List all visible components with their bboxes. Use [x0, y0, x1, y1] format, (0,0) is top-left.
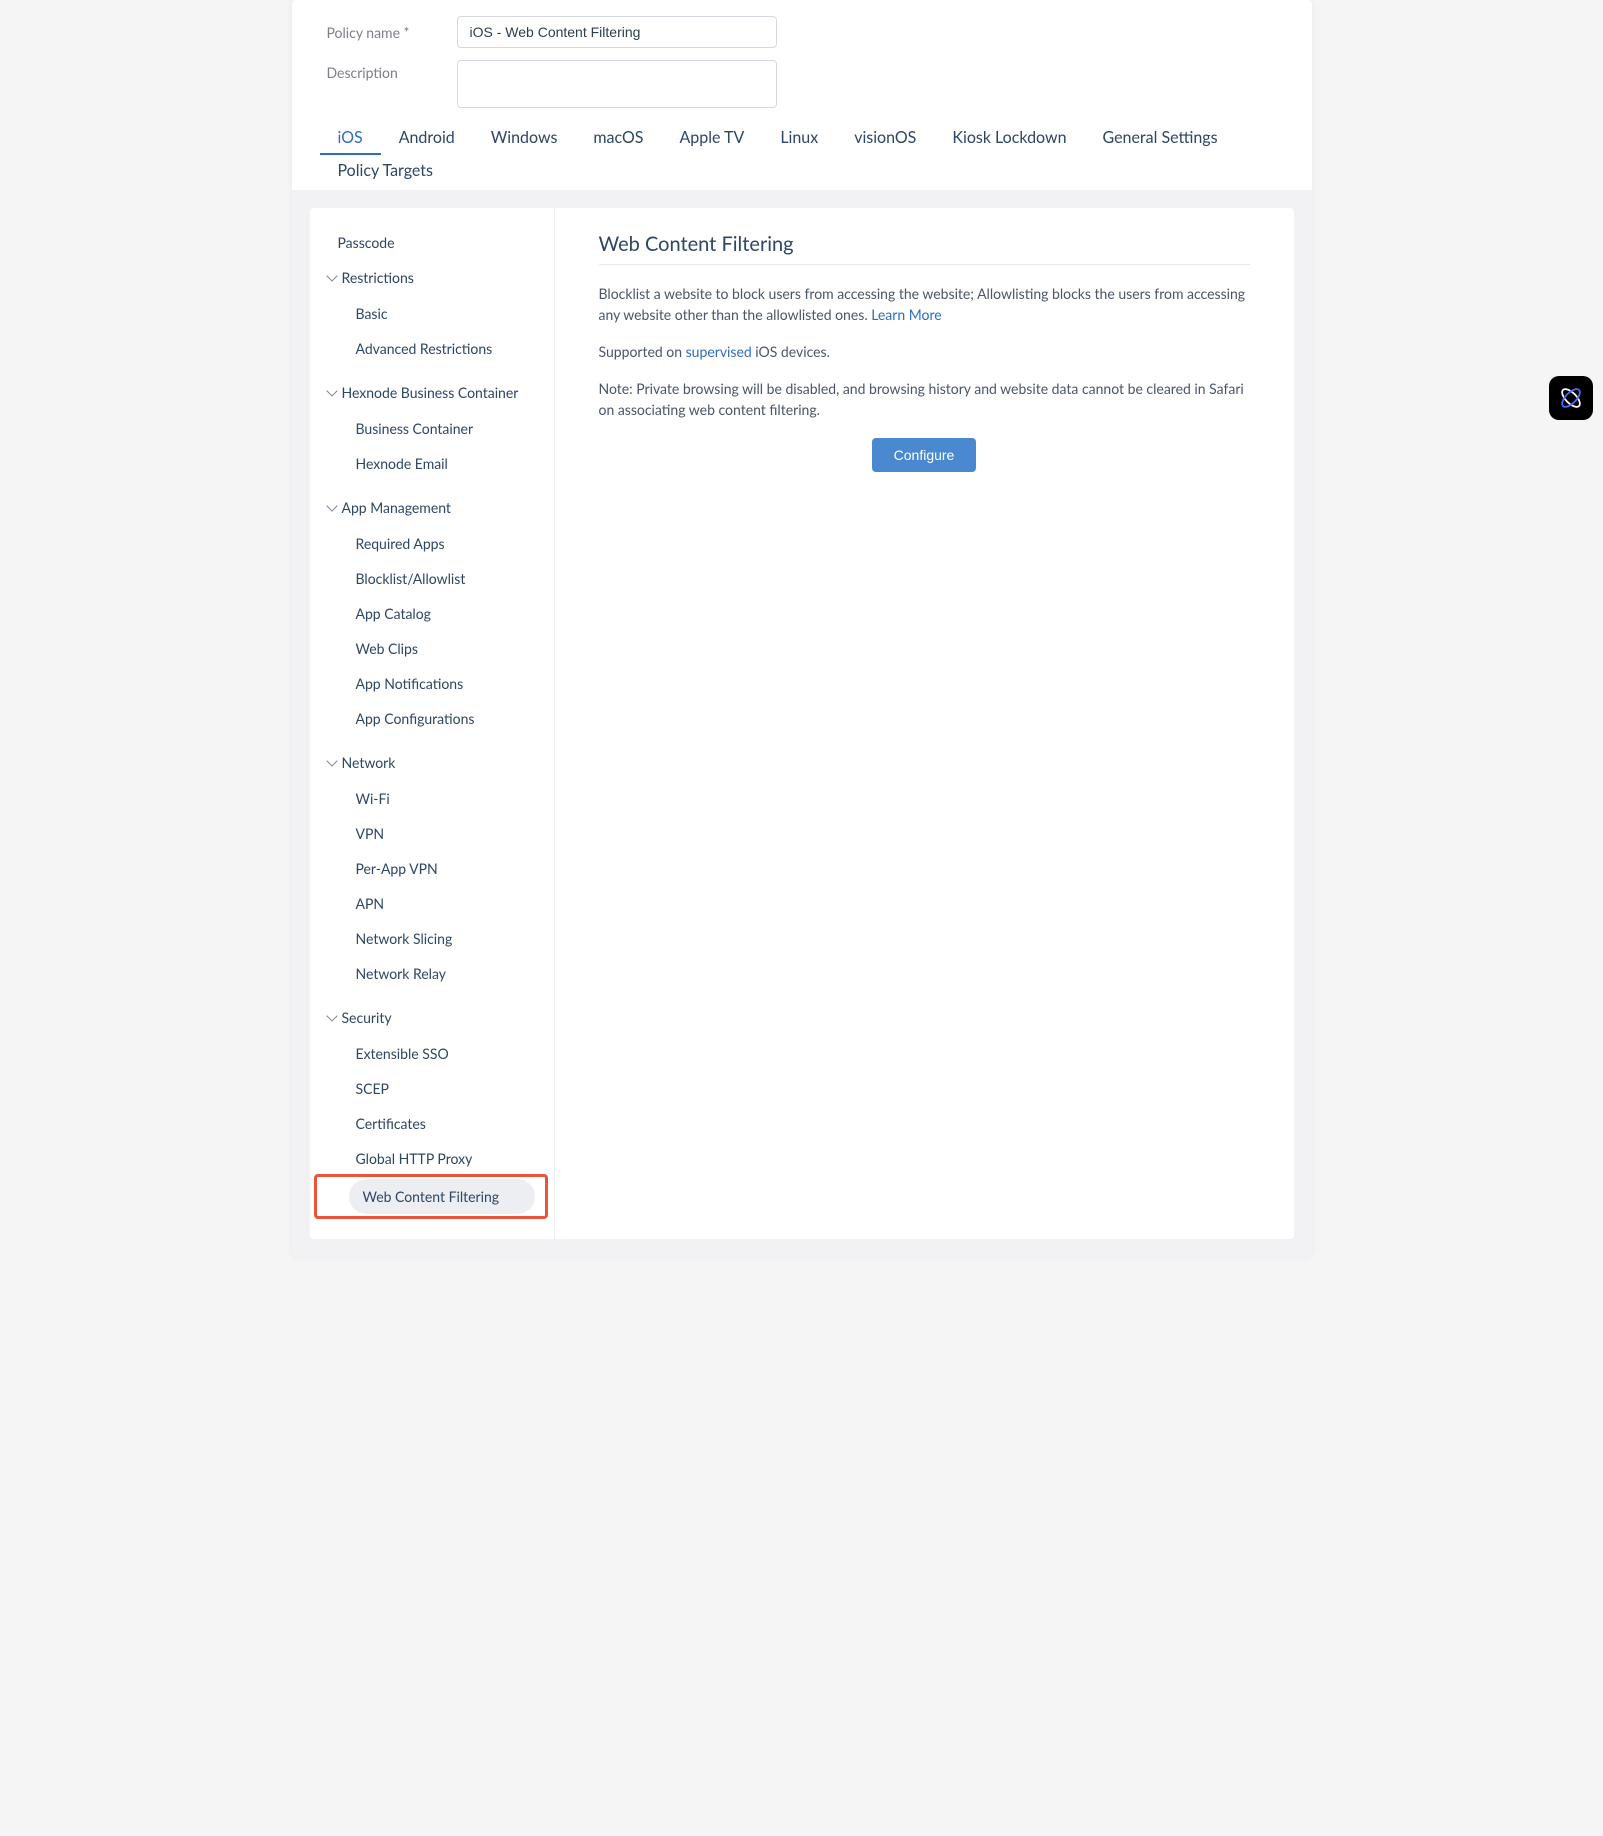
sidebar-item-network-relay[interactable]: Network Relay [310, 956, 554, 991]
chevron-down-icon [326, 1010, 337, 1021]
tab-visionos[interactable]: visionOS [836, 122, 934, 155]
sidebar-item-advanced-restrictions[interactable]: Advanced Restrictions [310, 331, 554, 366]
tab-linux[interactable]: Linux [762, 122, 836, 155]
policy-name-input[interactable] [457, 16, 777, 48]
highlight-box: Web Content Filtering [314, 1174, 548, 1219]
configure-button[interactable]: Configure [872, 438, 977, 472]
sidebar-group-network[interactable]: Network [310, 744, 554, 781]
description-label: Description [327, 60, 427, 81]
sidebar-group-security[interactable]: Security [310, 999, 554, 1036]
sidebar-item-hexnode-email[interactable]: Hexnode Email [310, 446, 554, 481]
policy-sidebar: Passcode Restrictions Basic Advanced Res… [310, 208, 555, 1239]
sidebar-item-web-content-filtering[interactable]: Web Content Filtering [349, 1179, 535, 1214]
atom-icon [1557, 384, 1585, 412]
sidebar-item-certificates[interactable]: Certificates [310, 1106, 554, 1141]
sidebar-group-app-management[interactable]: App Management [310, 489, 554, 526]
sidebar-group-restrictions[interactable]: Restrictions [310, 259, 554, 296]
description-paragraph-2: Supported on supervised iOS devices. [599, 341, 1250, 362]
sidebar-item-per-app-vpn[interactable]: Per-App VPN [310, 851, 554, 886]
tab-general[interactable]: General Settings [1085, 122, 1236, 155]
sidebar-group-label: Security [342, 1009, 392, 1026]
chevron-down-icon [326, 755, 337, 766]
sidebar-group-hexnode-container[interactable]: Hexnode Business Container [310, 374, 554, 411]
learn-more-link[interactable]: Learn More [871, 306, 941, 323]
tab-policy-targets[interactable]: Policy Targets [320, 155, 451, 186]
sidebar-item-app-notifications[interactable]: App Notifications [310, 666, 554, 701]
page-title: Web Content Filtering [599, 232, 1250, 265]
tab-appletv[interactable]: Apple TV [661, 122, 762, 155]
sidebar-item-scep[interactable]: SCEP [310, 1071, 554, 1106]
sidebar-item-blocklist-allowlist[interactable]: Blocklist/Allowlist [310, 561, 554, 596]
sidebar-item-app-catalog[interactable]: App Catalog [310, 596, 554, 631]
tab-windows[interactable]: Windows [473, 122, 576, 155]
sidebar-item-global-http-proxy[interactable]: Global HTTP Proxy [310, 1141, 554, 1176]
chevron-down-icon [326, 270, 337, 281]
sidebar-item-app-configurations[interactable]: App Configurations [310, 701, 554, 736]
sidebar-item-network-slicing[interactable]: Network Slicing [310, 921, 554, 956]
chevron-down-icon [326, 500, 337, 511]
sidebar-group-label: Network [342, 754, 396, 771]
description-paragraph-1: Blocklist a website to block users from … [599, 283, 1250, 325]
tab-android[interactable]: Android [381, 122, 473, 155]
chevron-down-icon [326, 385, 337, 396]
sidebar-item-extensible-sso[interactable]: Extensible SSO [310, 1036, 554, 1071]
description-paragraph-3: Note: Private browsing will be disabled,… [599, 378, 1250, 420]
supervised-link[interactable]: supervised [686, 343, 752, 360]
tab-ios[interactable]: iOS [320, 122, 381, 155]
sidebar-item-passcode[interactable]: Passcode [310, 226, 554, 259]
help-widget-icon[interactable] [1549, 376, 1593, 420]
tab-macos[interactable]: macOS [575, 122, 661, 155]
sidebar-item-wifi[interactable]: Wi-Fi [310, 781, 554, 816]
tab-kiosk[interactable]: Kiosk Lockdown [934, 122, 1084, 155]
sidebar-item-business-container[interactable]: Business Container [310, 411, 554, 446]
sidebar-item-basic[interactable]: Basic [310, 296, 554, 331]
policy-name-label: Policy name * [327, 24, 427, 41]
sidebar-item-apn[interactable]: APN [310, 886, 554, 921]
sidebar-group-label: App Management [342, 499, 451, 516]
sidebar-item-web-clips[interactable]: Web Clips [310, 631, 554, 666]
sidebar-item-vpn[interactable]: VPN [310, 816, 554, 851]
description-input[interactable] [457, 60, 777, 108]
sidebar-group-label: Restrictions [342, 269, 414, 286]
sidebar-item-required-apps[interactable]: Required Apps [310, 526, 554, 561]
sidebar-group-label: Hexnode Business Container [342, 384, 519, 401]
platform-tabs: iOS Android Windows macOS Apple TV Linux… [292, 114, 1312, 186]
